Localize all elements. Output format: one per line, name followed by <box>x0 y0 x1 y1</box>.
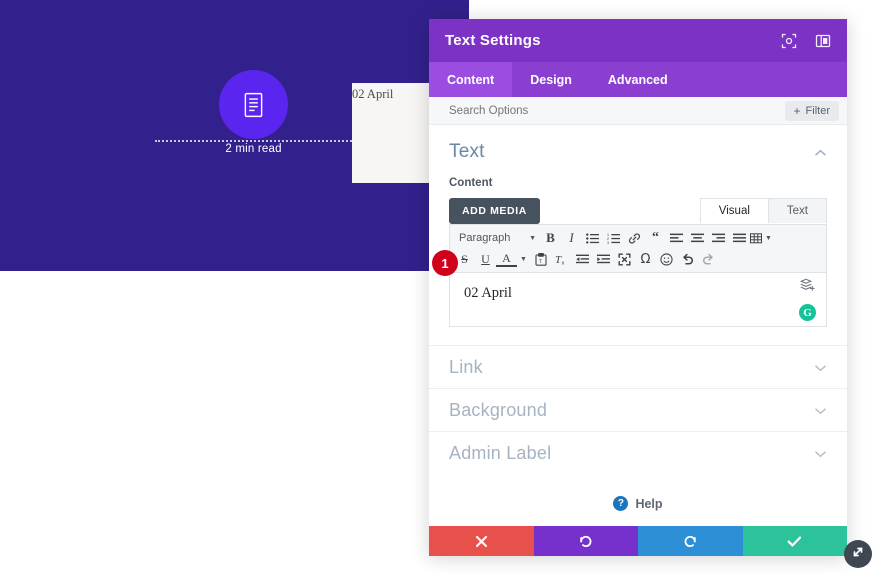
svg-text:3: 3 <box>607 241 609 244</box>
content-editor: ADD MEDIA Visual Text Paragraph ▼ B I 1 … <box>432 198 827 327</box>
text-settings-modal: Text Settings Content Design Advanced Se… <box>429 19 847 556</box>
table-chevron-down-icon: ▼ <box>765 234 772 242</box>
text-color-chevron-down-icon[interactable]: ▼ <box>517 250 530 269</box>
redo-arrow-icon <box>683 534 698 549</box>
expand-chevron-down-icon[interactable] <box>814 404 827 417</box>
save-button[interactable] <box>742 526 847 556</box>
align-right-icon[interactable] <box>708 229 729 248</box>
modal-title: Text Settings <box>445 32 541 49</box>
add-media-button[interactable]: ADD MEDIA <box>449 198 540 224</box>
modal-header: Text Settings <box>429 19 847 62</box>
text-section-title: Text <box>449 141 485 162</box>
settings-accordion: Link Background Admin Label <box>429 345 847 474</box>
help-label: Help <box>635 496 663 511</box>
step-badge-1: 1 <box>432 250 458 276</box>
align-left-icon[interactable] <box>666 229 687 248</box>
link-icon[interactable] <box>624 229 645 248</box>
modal-header-actions <box>781 33 831 49</box>
screen-root: 2 min read 02 April Text Settings Conten… <box>0 0 880 574</box>
editor-toolbar-row-2: S U A ▼ T T x Ω <box>454 249 822 269</box>
search-options-bar: + Filter <box>429 97 847 125</box>
underline-icon[interactable]: U <box>475 250 496 269</box>
bullet-list-icon[interactable] <box>582 229 603 248</box>
align-center-icon[interactable] <box>687 229 708 248</box>
accordion-row-admin-label[interactable]: Admin Label <box>429 431 847 474</box>
checkmark-icon <box>787 535 802 548</box>
paste-as-text-icon[interactable]: T <box>530 250 551 269</box>
accordion-label-admin-label: Admin Label <box>449 442 552 463</box>
preview-top-strip <box>469 0 880 19</box>
search-input[interactable] <box>449 104 785 117</box>
modal-action-bar <box>429 526 847 556</box>
numbered-list-icon[interactable]: 1 2 3 <box>603 229 624 248</box>
modal-resize-handle[interactable] <box>844 540 872 568</box>
tab-content[interactable]: Content <box>429 62 513 97</box>
undo-icon[interactable] <box>677 250 698 269</box>
modal-tabs: Content Design Advanced <box>429 62 847 97</box>
blockquote-icon[interactable]: “ <box>645 229 666 248</box>
resize-diagonal-icon <box>851 545 865 564</box>
editor-side-icons: G <box>799 278 816 321</box>
special-character-icon[interactable]: Ω <box>635 250 656 269</box>
collapse-chevron-up-icon[interactable] <box>814 146 827 159</box>
paragraph-format-select[interactable]: Paragraph ▼ <box>454 229 540 248</box>
tab-text[interactable]: Text <box>767 198 827 223</box>
filter-button[interactable]: + Filter <box>784 100 839 121</box>
outdent-icon[interactable] <box>572 250 593 269</box>
expand-chevron-down-icon[interactable] <box>814 447 827 460</box>
table-icon[interactable]: ▼ <box>750 229 772 248</box>
filter-button-label: Filter <box>805 104 830 117</box>
emoji-icon[interactable] <box>656 250 677 269</box>
italic-icon[interactable]: I <box>561 229 582 248</box>
modal-body: Text Content ADD MEDIA Visual Text Parag… <box>429 125 847 526</box>
editor-toolbar-row-1: Paragraph ▼ B I 1 2 3 “ ▼ <box>454 228 822 248</box>
paragraph-format-label: Paragraph <box>459 232 511 244</box>
accordion-label-background: Background <box>449 399 548 420</box>
document-icon <box>242 92 265 118</box>
clear-formatting-icon[interactable]: T x <box>551 250 572 269</box>
redo-button[interactable] <box>638 526 743 556</box>
indent-icon[interactable] <box>593 250 614 269</box>
undo-button[interactable] <box>533 526 638 556</box>
help-question-icon: ? <box>613 496 629 511</box>
tab-design[interactable]: Design <box>512 62 590 97</box>
text-section: Text Content ADD MEDIA Visual Text Parag… <box>429 125 847 327</box>
add-layer-icon[interactable] <box>799 278 815 297</box>
tab-advanced[interactable]: Advanced <box>590 62 686 97</box>
fullscreen-icon[interactable] <box>614 250 635 269</box>
align-justify-icon[interactable] <box>729 229 750 248</box>
svg-text:T: T <box>539 259 542 265</box>
close-x-icon <box>475 535 488 548</box>
grammarly-icon[interactable]: G <box>799 304 816 321</box>
redo-icon[interactable] <box>698 250 719 269</box>
hero-blurb-circle <box>219 70 288 139</box>
expand-chevron-down-icon[interactable] <box>814 361 827 374</box>
editor-text-value: 02 April <box>464 285 512 301</box>
plus-icon: + <box>793 103 801 118</box>
accordion-row-background[interactable]: Background <box>429 388 847 431</box>
tab-visual[interactable]: Visual <box>699 198 769 223</box>
cancel-button[interactable] <box>429 526 534 556</box>
undo-arrow-icon <box>578 534 593 549</box>
focus-target-icon[interactable] <box>781 33 797 49</box>
text-section-header[interactable]: Text <box>449 141 827 163</box>
svg-text:x: x <box>562 260 565 265</box>
editor-mode-tabs: Visual Text <box>699 198 827 223</box>
help-link[interactable]: ? Help <box>429 474 847 511</box>
editor-toolbar: Paragraph ▼ B I 1 2 3 “ ▼ S U A ▼ T T x … <box>449 224 827 273</box>
text-color-icon[interactable]: A <box>496 251 517 267</box>
bold-icon[interactable]: B <box>540 229 561 248</box>
hero-read-time: 2 min read <box>225 143 282 155</box>
panel-layout-icon[interactable] <box>815 33 831 49</box>
chevron-down-icon: ▼ <box>529 234 536 242</box>
editor-text-area[interactable]: 1 02 April G <box>432 250 827 327</box>
editor-top-row: ADD MEDIA Visual Text <box>449 198 827 224</box>
accordion-row-link[interactable]: Link <box>429 345 847 388</box>
preview-date-card-text: 02 April <box>352 87 394 101</box>
accordion-label-link: Link <box>449 356 483 377</box>
content-field-label: Content <box>449 177 493 189</box>
